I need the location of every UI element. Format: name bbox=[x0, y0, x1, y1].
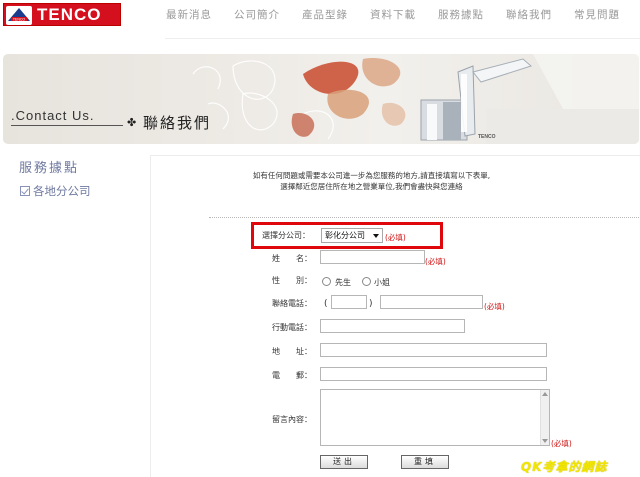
branch-select-value: 彰化分公司 bbox=[325, 231, 365, 240]
chevron-down-icon bbox=[373, 234, 379, 238]
branch-label: 選擇分公司： bbox=[262, 231, 310, 240]
phone-area-code-input[interactable] bbox=[331, 295, 367, 309]
textarea-scrollbar[interactable] bbox=[540, 390, 549, 445]
branch-required-note: (必填) bbox=[385, 233, 406, 242]
form-intro-line-2: 選擇鄰近您居住所在地之營業單位,我們會盡快與您連絡 bbox=[280, 182, 463, 191]
site-header: TENCO TENCO 最新消息 公司簡介 產品型錄 資料下載 服務據點 聯絡我… bbox=[0, 0, 640, 46]
phone-open-paren: ( bbox=[324, 299, 328, 309]
nav-faq[interactable]: 常見問題 bbox=[574, 7, 620, 22]
branch-select[interactable]: 彰化分公司 bbox=[321, 228, 383, 243]
name-required-note: (必填) bbox=[425, 257, 446, 266]
submit-button[interactable]: 送出 bbox=[320, 455, 368, 469]
gender-option-ms: 小姐 bbox=[374, 278, 390, 287]
scroll-down-arrow-icon[interactable] bbox=[542, 439, 548, 443]
name-label: 姓 名： bbox=[272, 254, 312, 263]
banner-artwork bbox=[192, 54, 639, 144]
mobile-label: 行動電話： bbox=[272, 323, 312, 332]
name-input[interactable] bbox=[320, 250, 425, 264]
banner-title-underline bbox=[11, 125, 123, 126]
top-navigation: 最新消息 公司簡介 產品型錄 資料下載 服務據點 聯絡我們 常見問題 bbox=[166, 7, 620, 22]
sidebar-item-branches[interactable]: 各地分公司 bbox=[20, 183, 91, 199]
blog-watermark: QK考拿的網誌 bbox=[521, 460, 608, 474]
address-label: 地 址： bbox=[272, 347, 312, 356]
email-input[interactable] bbox=[320, 367, 547, 381]
phone-number-input[interactable] bbox=[380, 295, 483, 309]
message-required-note: (必填) bbox=[551, 439, 572, 448]
nav-service-locations[interactable]: 服務據點 bbox=[438, 7, 484, 22]
nav-news[interactable]: 最新消息 bbox=[166, 7, 212, 22]
dotted-divider bbox=[209, 217, 640, 218]
checkbox-icon bbox=[20, 186, 30, 196]
logo-emblem-icon: TENCO bbox=[6, 6, 32, 25]
nav-catalog[interactable]: 產品型錄 bbox=[302, 7, 348, 22]
contact-form-panel: 如有任何問題或需要本公司進一步為您服務的地方,請直接填寫以下表單, 選擇鄰近您居… bbox=[150, 155, 640, 477]
gender-radio-mr[interactable] bbox=[322, 277, 331, 286]
address-input[interactable] bbox=[320, 343, 547, 357]
contact-banner: .Contact Us. ✤ 聯絡我們 TENCO bbox=[3, 54, 639, 144]
phone-label: 聯絡電話： bbox=[272, 299, 312, 308]
nav-about[interactable]: 公司簡介 bbox=[234, 7, 280, 22]
gender-label: 性 別： bbox=[272, 276, 312, 285]
nav-contact[interactable]: 聯絡我們 bbox=[506, 7, 552, 22]
email-label: 電 郵： bbox=[272, 371, 312, 380]
form-intro-line-1: 如有任何問題或需要本公司進一步為您服務的地方,請直接填寫以下表單, bbox=[252, 171, 491, 180]
logo-text: TENCO bbox=[37, 5, 102, 24]
svg-text:TENCO: TENCO bbox=[13, 18, 26, 22]
gender-option-mr: 先生 bbox=[335, 278, 351, 287]
banner-english-title: .Contact Us. bbox=[11, 108, 95, 123]
phone-close-paren: ) bbox=[369, 299, 373, 309]
faucet-brand-label: TENCO bbox=[478, 134, 496, 140]
tenco-logo[interactable]: TENCO TENCO bbox=[3, 3, 121, 26]
header-divider bbox=[165, 38, 640, 39]
banner-chinese-title: 聯絡我們 bbox=[143, 114, 212, 132]
sidebar-title: 服務據點 bbox=[19, 161, 80, 176]
phone-required-note: (必填) bbox=[484, 302, 505, 311]
gender-radio-ms[interactable] bbox=[362, 277, 371, 286]
message-label: 留言內容： bbox=[272, 415, 312, 424]
reset-button[interactable]: 重填 bbox=[401, 455, 449, 469]
mobile-input[interactable] bbox=[320, 319, 465, 333]
clover-icon: ✤ bbox=[127, 116, 137, 129]
scroll-up-arrow-icon[interactable] bbox=[542, 392, 548, 396]
sidebar: 服務據點 各地分公司 bbox=[0, 150, 150, 477]
message-textarea[interactable] bbox=[320, 389, 550, 446]
sidebar-item-label: 各地分公司 bbox=[33, 184, 91, 198]
nav-downloads[interactable]: 資料下載 bbox=[370, 7, 416, 22]
